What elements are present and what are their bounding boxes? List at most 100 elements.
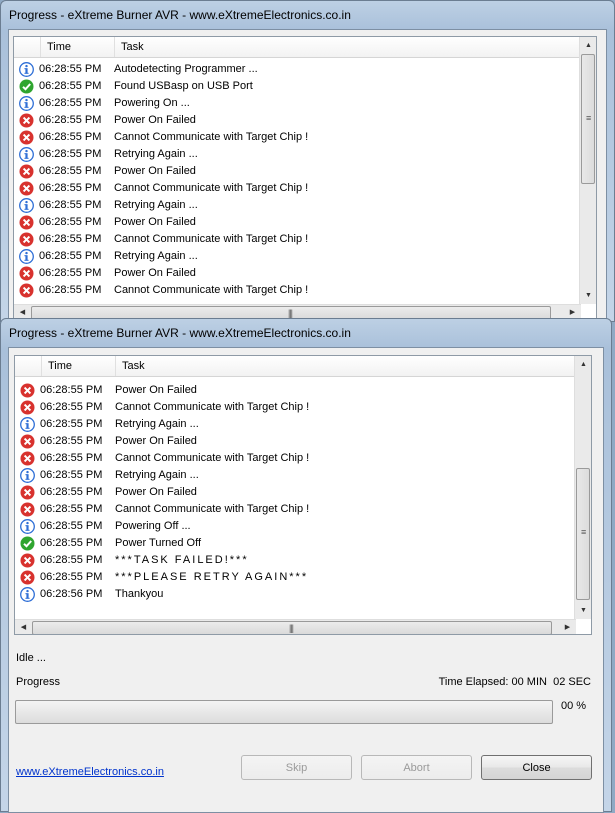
log-task: ***PLEASE RETRY AGAIN***	[115, 571, 309, 583]
log-time: 06:28:55 PM	[40, 469, 103, 481]
log-time: 06:28:55 PM	[40, 384, 103, 396]
close-button[interactable]: Close	[481, 755, 592, 780]
scroll-up-arrow-icon[interactable]: ▲	[575, 356, 591, 373]
scrollbar-thumb[interactable]: |||	[32, 621, 552, 634]
info-icon	[20, 587, 35, 602]
log-time: 06:28:55 PM	[40, 452, 103, 464]
log-time: 06:28:55 PM	[39, 216, 102, 228]
log-time: 06:28:55 PM	[39, 284, 102, 296]
info-icon	[19, 96, 34, 111]
log-time: 06:28:55 PM	[40, 503, 103, 515]
log-task: Cannot Communicate with Target Chip !	[114, 284, 309, 296]
grip-icon: ≡	[581, 527, 586, 537]
progress-label: Progress	[16, 676, 61, 688]
log-time: 06:28:56 PM	[40, 588, 103, 600]
log-task: Power On Failed	[115, 384, 197, 396]
vertical-scrollbar[interactable]: ▲ ≡ ▼	[579, 37, 596, 304]
error-icon	[19, 130, 34, 145]
error-icon	[19, 232, 34, 247]
log-task: Autodetecting Programmer ...	[114, 63, 258, 75]
scroll-down-arrow-icon[interactable]: ▼	[575, 602, 591, 619]
log-task: Cannot Communicate with Target Chip !	[115, 452, 310, 464]
header-time[interactable]: Time	[41, 37, 115, 57]
log-task: Cannot Communicate with Target Chip !	[114, 182, 309, 194]
log-task: Retrying Again ...	[115, 469, 199, 481]
log-time: 06:28:55 PM	[39, 131, 102, 143]
error-icon	[19, 215, 34, 230]
scroll-right-arrow-icon[interactable]: ▶	[559, 619, 576, 634]
log-list[interactable]: Time Task 06:28:55 PM Power On Failed 06:2…	[14, 355, 592, 635]
grip-icon: |||	[289, 623, 294, 633]
log-time: 06:28:55 PM	[40, 435, 103, 447]
info-icon	[20, 468, 35, 483]
error-icon	[19, 164, 34, 179]
log-task: Power On Failed	[115, 435, 197, 447]
scrollbar-thumb[interactable]: ≡	[581, 54, 595, 184]
scroll-up-arrow-icon[interactable]: ▲	[580, 37, 596, 54]
log-time: 06:28:55 PM	[40, 520, 103, 532]
log-time: 06:28:55 PM	[40, 486, 103, 498]
log-time: 06:28:55 PM	[40, 554, 103, 566]
ok-icon	[19, 79, 34, 94]
log-time: 06:28:55 PM	[39, 80, 102, 92]
error-icon	[20, 570, 35, 585]
error-icon	[20, 485, 35, 500]
abort-button[interactable]: Abort	[361, 755, 472, 780]
error-icon	[20, 434, 35, 449]
window-client: Time Task 06:28:55 PM Autodetecting Progr…	[8, 29, 607, 323]
horizontal-scrollbar[interactable]: ◀ ||| ▶	[15, 619, 576, 634]
vertical-scrollbar[interactable]: ▲ ≡ ▼	[574, 356, 591, 619]
log-list-top[interactable]: Time Task 06:28:55 PM Autodetecting Progr…	[13, 36, 597, 320]
log-task: Retrying Again ...	[114, 199, 198, 211]
log-time: 06:28:55 PM	[39, 148, 102, 160]
scrollbar-thumb[interactable]: ≡	[576, 468, 590, 600]
log-task: ***TASK FAILED!***	[115, 554, 249, 566]
log-task: Power On Failed	[114, 267, 196, 279]
header-task[interactable]: Task	[116, 356, 576, 376]
error-icon	[19, 113, 34, 128]
progress-bar	[15, 700, 553, 724]
list-header: Time Task	[15, 356, 576, 377]
log-time: 06:28:55 PM	[39, 165, 102, 177]
log-task: Cannot Communicate with Target Chip !	[115, 503, 310, 515]
log-task: Power Turned Off	[115, 537, 202, 549]
error-icon	[19, 181, 34, 196]
header-task[interactable]: Task	[115, 37, 581, 57]
log-task: Retrying Again ...	[114, 148, 198, 160]
log-time: 06:28:55 PM	[39, 267, 102, 279]
website-link[interactable]: www.eXtremeElectronics.co.in	[16, 766, 164, 778]
info-icon	[19, 249, 34, 264]
grip-icon: ≡	[586, 113, 591, 123]
progress-percent: 00 %	[561, 700, 587, 712]
log-task: Power On Failed	[115, 486, 197, 498]
log-task: Powering Off ...	[115, 520, 191, 532]
scroll-down-arrow-icon[interactable]: ▼	[580, 287, 596, 304]
log-task: Found USBasp on USB Port	[114, 80, 253, 92]
grip-icon: |||	[288, 308, 293, 318]
log-task: Thankyou	[115, 588, 164, 600]
skip-button[interactable]: Skip	[241, 755, 352, 780]
error-icon	[20, 400, 35, 415]
status-text: Idle ...	[16, 652, 46, 664]
log-time: 06:28:55 PM	[39, 250, 102, 262]
header-time[interactable]: Time	[42, 356, 116, 376]
log-task: Cannot Communicate with Target Chip !	[114, 131, 309, 143]
log-time: 06:28:55 PM	[39, 233, 102, 245]
log-time: 06:28:55 PM	[39, 63, 102, 75]
log-task: Power On Failed	[114, 114, 196, 126]
info-icon	[19, 62, 34, 77]
window-title: Progress - eXtreme Burner AVR - www.eXtr…	[9, 8, 351, 22]
log-time: 06:28:55 PM	[40, 571, 103, 583]
log-task: Retrying Again ...	[115, 418, 199, 430]
header-icon-col	[15, 356, 42, 376]
log-time: 06:28:55 PM	[40, 418, 103, 430]
error-icon	[20, 451, 35, 466]
log-task: Retrying Again ...	[114, 250, 198, 262]
error-icon	[19, 283, 34, 298]
scroll-left-arrow-icon[interactable]: ◀	[15, 619, 32, 634]
log-time: 06:28:55 PM	[39, 182, 102, 194]
log-task: Power On Failed	[114, 216, 196, 228]
log-time: 06:28:55 PM	[39, 114, 102, 126]
error-icon	[20, 383, 35, 398]
window-title: Progress - eXtreme Burner AVR - www.eXtr…	[9, 326, 351, 340]
